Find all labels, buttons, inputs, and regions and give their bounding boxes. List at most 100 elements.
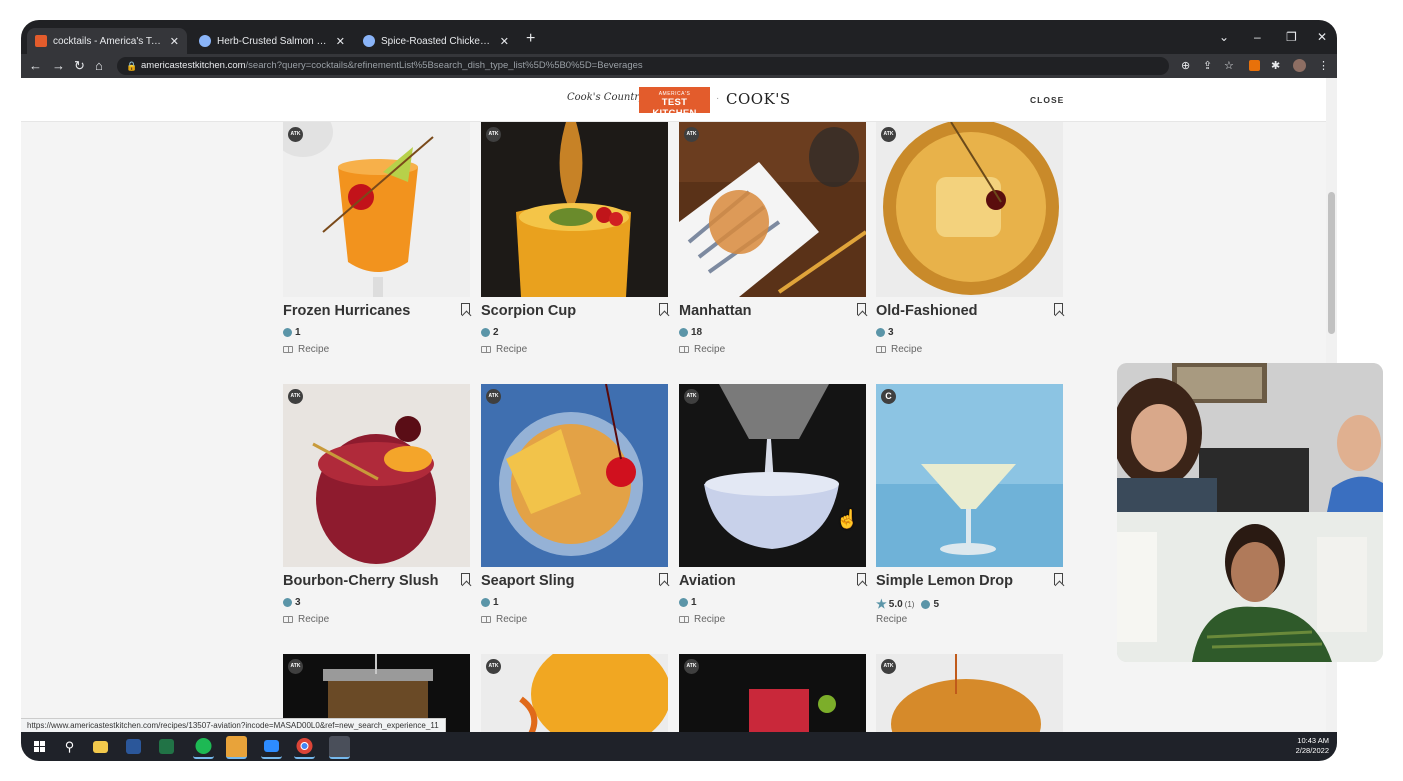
chrome-profile-icon[interactable]: [329, 736, 350, 759]
comment-count: 18: [691, 327, 703, 338]
comment-count: 1: [493, 597, 499, 608]
home-icon[interactable]: ⌂: [95, 58, 103, 73]
book-icon: [481, 346, 491, 353]
scrollbar-thumb[interactable]: [1328, 192, 1335, 334]
bookmark-icon[interactable]: [659, 303, 668, 315]
bookmark-icon[interactable]: [857, 303, 866, 315]
recipe-title[interactable]: Simple Lemon Drop: [876, 573, 1013, 589]
comment-count: 3: [295, 597, 301, 608]
recipe-image[interactable]: [481, 122, 668, 297]
tab-title: Spice-Roasted Chicken with Dill a: [381, 35, 494, 47]
recipe-title[interactable]: Bourbon-Cherry Slush: [283, 573, 438, 589]
recipe-image[interactable]: [283, 384, 470, 567]
comment-count: 1: [691, 597, 697, 608]
recipe-card[interactable]: ATK: [481, 654, 668, 732]
simple-lemon-drop-photo: [876, 384, 1063, 567]
comment-icon: [679, 598, 688, 607]
share-icon[interactable]: ⇪: [1203, 59, 1212, 72]
recipe-image[interactable]: [679, 384, 866, 567]
taskbar-clock[interactable]: 10:43 AM 2/28/2022: [1296, 736, 1329, 756]
recipe-image[interactable]: [481, 384, 668, 567]
recipe-image[interactable]: [876, 384, 1063, 567]
recipe-title[interactable]: Old-Fashioned: [876, 303, 978, 319]
site-header: Cook's Country · AMERICA'S TEST KITCHEN …: [21, 78, 1326, 122]
word-icon[interactable]: [126, 739, 141, 754]
recipe-card[interactable]: ATK Manhattan 18 Recipe: [679, 122, 866, 362]
recipe-card[interactable]: ATK: [876, 654, 1063, 732]
book-icon: [481, 616, 491, 623]
recipe-card[interactable]: ATK Seaport Sling 1 Recipe: [481, 384, 668, 629]
recipe-card[interactable]: C Simple Lemon Drop ★ 5.0 (1) 5 Recipe: [876, 384, 1063, 629]
close-button[interactable]: CLOSE: [1030, 95, 1064, 105]
recipe-image[interactable]: [876, 654, 1063, 732]
recipe-card[interactable]: ATK Frozen Hurricanes 1 Recipe: [283, 122, 470, 362]
zoom-icon[interactable]: [261, 736, 282, 759]
forward-icon[interactable]: →: [52, 58, 65, 73]
close-window-icon[interactable]: ✕: [1317, 30, 1327, 44]
recipe-card[interactable]: ATK: [679, 654, 866, 732]
recipe-card[interactable]: ATK Aviation 1 Recipe: [679, 384, 866, 629]
brand-badge: ATK: [486, 659, 501, 674]
hand-cursor-icon: ☝: [836, 509, 859, 529]
restore-icon[interactable]: ❐: [1286, 30, 1297, 44]
recipe-card[interactable]: ATK Bourbon-Cherry Slush 3 Recipe: [283, 384, 470, 629]
app-icon[interactable]: [226, 736, 247, 759]
recipe-image[interactable]: [679, 654, 866, 732]
rating-count: (1): [904, 599, 915, 609]
brand-badge: ATK: [684, 127, 699, 142]
address-bar[interactable]: 🔒 americastestkitchen.com/search?query=co…: [117, 57, 1169, 75]
recipe-title[interactable]: Manhattan: [679, 303, 752, 319]
recipe-title[interactable]: Frozen Hurricanes: [283, 303, 410, 319]
menu-dots-icon[interactable]: ⋮: [1318, 59, 1329, 72]
close-tab-icon[interactable]: ✕: [170, 35, 179, 48]
bookmark-icon[interactable]: [857, 573, 866, 585]
cooks-country-logo[interactable]: Cook's Country: [567, 92, 645, 103]
content-type: Recipe: [298, 614, 330, 625]
recipe-image[interactable]: [876, 122, 1063, 297]
close-tab-icon[interactable]: ✕: [500, 35, 509, 48]
tab-salmon[interactable]: Herb-Crusted Salmon with Dilled ✕: [191, 28, 353, 54]
recipe-title[interactable]: Scorpion Cup: [481, 303, 576, 319]
bookmark-star-icon[interactable]: ☆: [1224, 59, 1234, 72]
tab-chicken[interactable]: Spice-Roasted Chicken with Dill a ✕: [355, 28, 517, 54]
minimize-icon[interactable]: –: [1254, 30, 1261, 44]
tab-cocktails[interactable]: cocktails - America's Test Kitchen ✕: [27, 28, 187, 54]
recipe-card[interactable]: ATK Old-Fashioned 3 Recipe: [876, 122, 1063, 362]
extension-icon[interactable]: [1249, 60, 1260, 71]
back-icon[interactable]: ←: [29, 58, 42, 73]
close-tab-icon[interactable]: ✕: [336, 35, 345, 48]
profile-avatar[interactable]: [1293, 59, 1306, 72]
star-icon: ★: [876, 597, 887, 611]
participants-video: [1117, 363, 1383, 512]
search-icon[interactable]: ⚲: [59, 736, 80, 757]
reload-icon[interactable]: ↻: [74, 58, 85, 74]
recipe-card[interactable]: ATK Scorpion Cup 2 Recipe: [481, 122, 668, 362]
video-call-panel[interactable]: [1117, 363, 1383, 662]
bookmark-icon[interactable]: [659, 573, 668, 585]
windows-start-icon[interactable]: [29, 736, 50, 757]
extensions-puzzle-icon[interactable]: ✱: [1271, 59, 1280, 72]
bookmark-icon[interactable]: [461, 303, 470, 315]
file-explorer-icon[interactable]: [93, 741, 108, 753]
bookmark-icon[interactable]: [461, 573, 470, 585]
chrome-icon[interactable]: [294, 736, 315, 759]
new-tab-icon[interactable]: +: [526, 30, 535, 48]
comment-count: 2: [493, 327, 499, 338]
brand-badge: ATK: [486, 389, 501, 404]
brand-badge: ATK: [288, 659, 303, 674]
excel-icon[interactable]: [159, 739, 174, 754]
recipe-title[interactable]: Aviation: [679, 573, 736, 589]
recipe-image[interactable]: [679, 122, 866, 297]
brand-badge: ATK: [684, 659, 699, 674]
recipe-image[interactable]: [283, 122, 470, 297]
recipe-title[interactable]: Seaport Sling: [481, 573, 574, 589]
tab-search-icon[interactable]: ⌄: [1219, 30, 1229, 44]
recipe-image[interactable]: [481, 654, 668, 732]
content-type: Recipe: [298, 344, 330, 355]
bookmark-icon[interactable]: [1054, 573, 1063, 585]
bookmark-icon[interactable]: [1054, 303, 1063, 315]
install-icon[interactable]: ⊕: [1181, 59, 1190, 72]
spotify-icon[interactable]: [193, 736, 214, 759]
cooks-illustrated-logo[interactable]: COOK'S: [726, 90, 791, 108]
atk-logo[interactable]: AMERICA'S TEST KITCHEN: [639, 87, 710, 119]
